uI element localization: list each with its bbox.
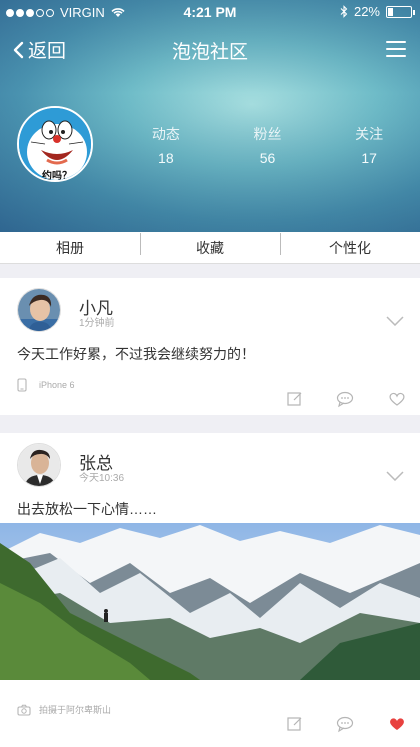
heart-filled-icon[interactable] bbox=[388, 715, 406, 733]
battery-percent: 22% bbox=[353, 4, 380, 19]
camera-icon bbox=[17, 704, 31, 716]
stat-value: 17 bbox=[361, 150, 377, 166]
post-card: 张总 今天10:36 出去放松一下心情…… 拍摄于阿尔卑斯山 bbox=[0, 433, 420, 747]
page-title: 泡泡社区 bbox=[171, 42, 248, 63]
edit-icon[interactable] bbox=[286, 390, 304, 408]
post-card: 小凡 1分钟前 今天工作好累，不过我会继续努力的！ iPhone 6 bbox=[0, 278, 420, 415]
bluetooth-icon bbox=[340, 5, 348, 18]
phone-icon bbox=[17, 378, 27, 392]
post-actions bbox=[286, 390, 406, 408]
profile-stats: 动态 18 粉丝 56 关注 17 bbox=[115, 124, 420, 166]
avatar[interactable] bbox=[17, 443, 61, 487]
tab-album[interactable]: 相册 bbox=[0, 238, 140, 258]
heart-icon[interactable] bbox=[388, 390, 406, 408]
device-label: iPhone 6 bbox=[39, 380, 75, 390]
user-photo-image bbox=[18, 289, 60, 331]
post-text: 出去放松一下心情…… bbox=[17, 501, 157, 517]
user-photo-image bbox=[18, 444, 60, 486]
stat-value: 18 bbox=[158, 150, 174, 166]
post-time: 今天10:36 bbox=[79, 473, 125, 484]
tab-favorites[interactable]: 收藏 bbox=[140, 232, 280, 258]
post-meta: iPhone 6 bbox=[17, 378, 75, 392]
profile-avatar[interactable]: 约吗？ bbox=[17, 106, 93, 182]
stat-posts[interactable]: 动态 18 bbox=[115, 124, 217, 166]
location-label: 拍摄于阿尔卑斯山 bbox=[39, 705, 112, 715]
stat-label: 粉丝 bbox=[253, 126, 282, 142]
tab-personalize[interactable]: 个性化 bbox=[280, 232, 420, 258]
comment-icon[interactable] bbox=[336, 715, 356, 733]
avatar[interactable] bbox=[17, 288, 61, 332]
comment-icon[interactable] bbox=[336, 390, 356, 408]
menu-button[interactable] bbox=[386, 41, 406, 57]
chevron-down-icon[interactable] bbox=[386, 316, 404, 326]
stat-following[interactable]: 关注 17 bbox=[318, 124, 420, 166]
mountain-photo-image[interactable] bbox=[0, 523, 420, 680]
nav-bar: 返回 泡泡社区 bbox=[0, 32, 420, 68]
profile-tabs: 相册 收藏 个性化 bbox=[0, 232, 420, 264]
battery-icon bbox=[386, 5, 415, 18]
stat-label: 关注 bbox=[355, 126, 384, 142]
stat-value: 56 bbox=[259, 150, 276, 166]
edit-icon[interactable] bbox=[286, 715, 304, 733]
stat-label: 动态 bbox=[151, 126, 180, 142]
post-actions bbox=[286, 715, 406, 733]
post-meta: 拍摄于阿尔卑斯山 bbox=[17, 703, 111, 716]
post-time: 1分钟前 bbox=[79, 318, 115, 329]
status-bar: VIRGIN 4:21 PM 22% bbox=[0, 0, 420, 24]
chevron-down-icon[interactable] bbox=[386, 471, 404, 481]
post-text: 今天工作好累，不过我会继续努力的！ bbox=[17, 346, 255, 362]
stat-followers[interactable]: 粉丝 56 bbox=[217, 124, 319, 166]
